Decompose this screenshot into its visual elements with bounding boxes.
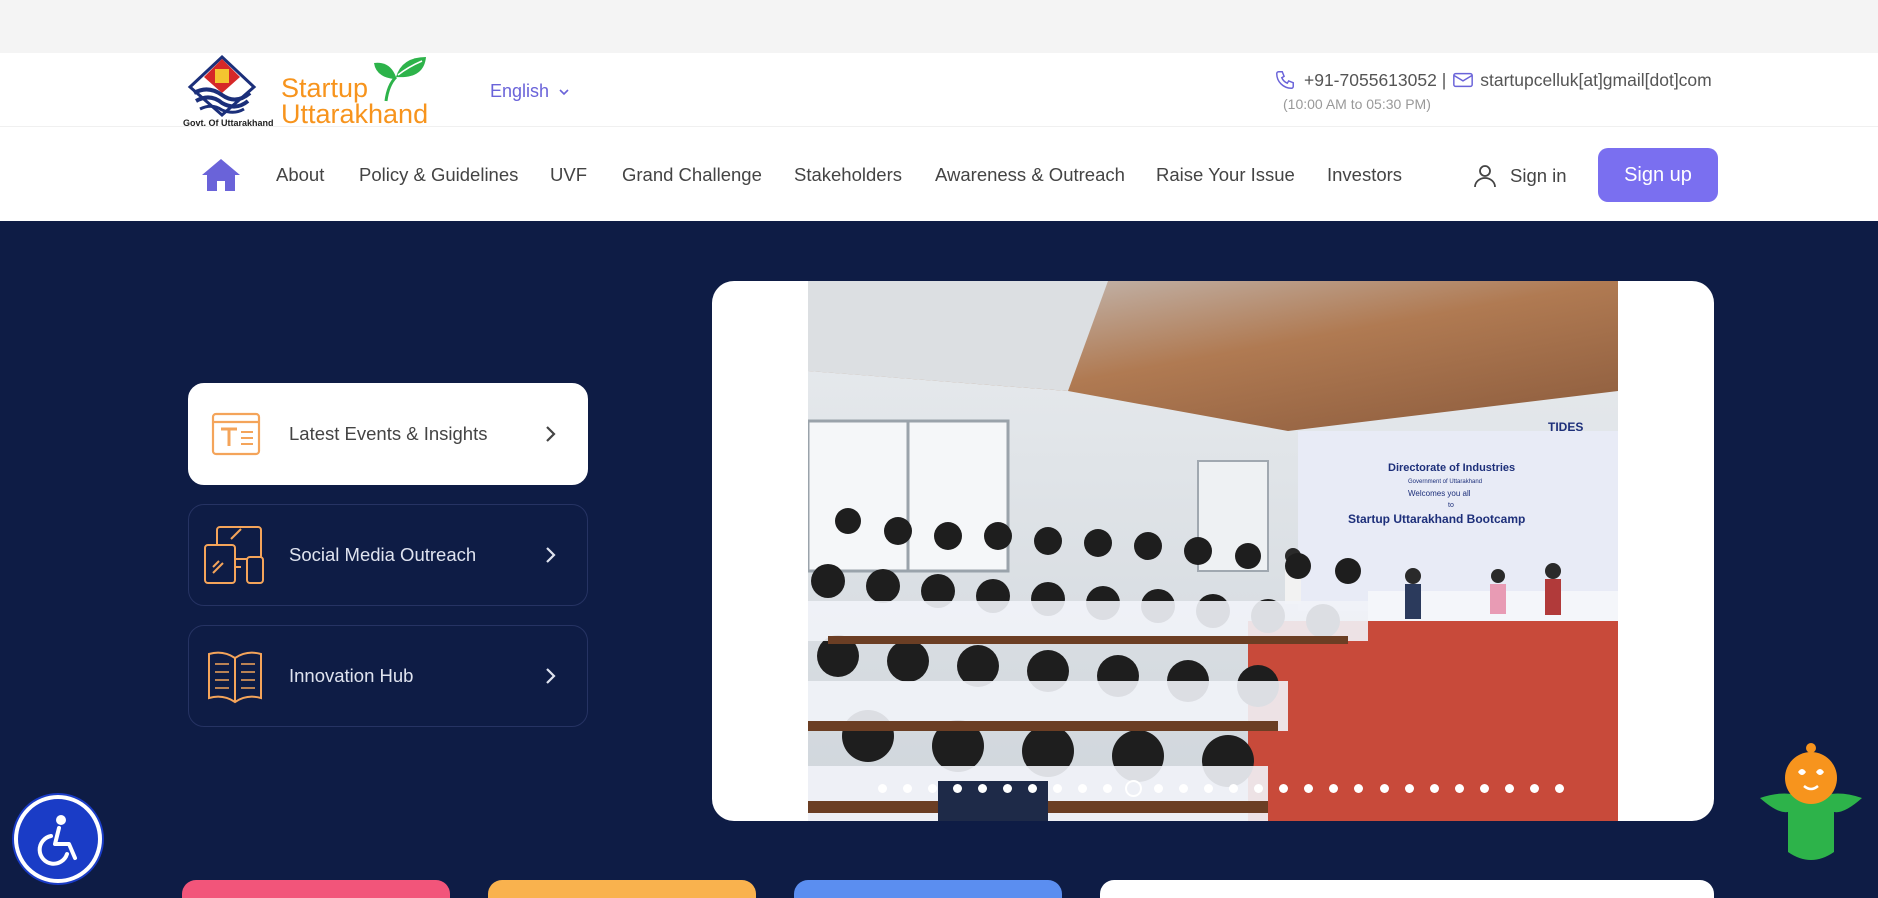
nav-item-investors[interactable]: Investors: [1327, 164, 1402, 186]
brand-name-line2[interactable]: Uttarakhand: [281, 99, 428, 130]
event-photo: Directorate of Industries Government of …: [808, 281, 1618, 821]
card-latest-events[interactable]: Latest Events & Insights: [188, 383, 588, 485]
slider-dot[interactable]: [1228, 784, 1238, 793]
main-nav: About Policy & Guidelines UVF Grand Chal…: [0, 127, 1878, 221]
nav-item-grand-challenge[interactable]: Grand Challenge: [622, 164, 762, 186]
slider-dot[interactable]: [1203, 784, 1213, 793]
slider-dot[interactable]: [1379, 784, 1389, 793]
user-icon: [1474, 165, 1496, 188]
slider-dot[interactable]: [1003, 784, 1012, 793]
slider-dot[interactable]: [1178, 784, 1188, 793]
bottom-card-blue[interactable]: [794, 880, 1062, 898]
header-top-bar: Govt. Of Uttarakhand Startup Uttarakhand…: [0, 53, 1878, 130]
accessibility-button[interactable]: [14, 795, 102, 883]
slider-dot[interactable]: [1078, 784, 1088, 793]
slider-dot[interactable]: [952, 784, 962, 793]
banner-title: Startup Uttarakhand Bootcamp: [1348, 512, 1525, 526]
slider-dot[interactable]: [1454, 784, 1464, 793]
slider-dot[interactable]: [1153, 784, 1163, 793]
card-label: Latest Events & Insights: [289, 423, 488, 444]
bottom-card-orange[interactable]: [488, 880, 756, 898]
slider-dot[interactable]: [1555, 784, 1565, 793]
signup-button[interactable]: Sign up: [1598, 148, 1718, 202]
banner-line4: to: [1448, 502, 1454, 509]
nav-item-stakeholders[interactable]: Stakeholders: [794, 164, 902, 186]
slider-dot[interactable]: [1304, 784, 1314, 793]
slider-dot[interactable]: [1354, 784, 1364, 793]
chevron-right-icon: [546, 426, 556, 442]
slider-dot[interactable]: [1429, 784, 1439, 793]
contact-hours: (10:00 AM to 05:30 PM): [1283, 96, 1431, 112]
slider-dot[interactable]: [902, 784, 912, 793]
banner-line3: Welcomes you all: [1408, 489, 1471, 498]
banner-line1: Directorate of Industries: [1388, 462, 1515, 474]
signin-link[interactable]: Sign in: [1472, 163, 1567, 189]
event-slider[interactable]: Directorate of Industries Government of …: [712, 281, 1714, 821]
nav-item-uvf[interactable]: UVF: [550, 164, 587, 186]
phone-icon: [1276, 71, 1294, 89]
chevron-down-icon: [559, 88, 569, 95]
news-icon: [211, 412, 261, 456]
slider-dots: [712, 779, 1714, 799]
card-innovation-hub[interactable]: Innovation Hub: [188, 625, 588, 727]
top-strip: [0, 0, 1878, 53]
language-selector[interactable]: English: [490, 81, 571, 102]
devices-icon: [204, 526, 264, 584]
home-icon[interactable]: [200, 157, 242, 193]
language-selected: English: [490, 81, 550, 101]
bottom-card-white[interactable]: [1100, 880, 1714, 898]
card-label: Social Media Outreach: [289, 544, 477, 565]
nav-item-policy-guidelines[interactable]: Policy & Guidelines: [359, 164, 518, 186]
leaf-sprout-icon: [374, 57, 426, 102]
banner-tides: TIDES: [1548, 420, 1583, 434]
slider-dot[interactable]: [1404, 784, 1414, 793]
bottom-card-pink[interactable]: [182, 880, 450, 898]
contact-phone[interactable]: +91-7055613052 |: [1304, 70, 1446, 91]
banner-line2: Government of Uttarakhand: [1408, 479, 1482, 485]
nav-item-awareness-outreach[interactable]: Awareness & Outreach: [935, 164, 1125, 186]
slider-dot[interactable]: [1329, 784, 1339, 793]
slider-dot[interactable]: [1479, 784, 1489, 793]
slider-dot[interactable]: [1279, 784, 1289, 793]
nav-item-about[interactable]: About: [276, 164, 324, 186]
slider-dot[interactable]: [927, 784, 937, 793]
chevron-right-icon: [546, 668, 556, 684]
mail-icon: [1453, 72, 1474, 88]
card-label: Innovation Hub: [289, 665, 414, 686]
slider-dot[interactable]: [1505, 784, 1514, 793]
slider-dot[interactable]: [877, 784, 887, 793]
slider-dot[interactable]: [1028, 784, 1038, 793]
contact-info: +91-7055613052 | startupcelluk[at]gmail[…: [1274, 69, 1712, 91]
slider-dot[interactable]: [1254, 784, 1263, 793]
slider-dot[interactable]: [1124, 780, 1142, 797]
slider-dot[interactable]: [977, 784, 987, 793]
book-icon: [208, 651, 262, 704]
signin-label: Sign in: [1510, 165, 1567, 186]
accessibility-icon: [37, 815, 77, 866]
contact-email[interactable]: startupcelluk[at]gmail[dot]com: [1480, 70, 1712, 91]
slider-dot[interactable]: [1053, 784, 1063, 793]
slider-dot[interactable]: [1103, 784, 1113, 793]
nav-item-raise-issue[interactable]: Raise Your Issue: [1156, 164, 1295, 186]
chatbot-mascot-icon[interactable]: [1748, 742, 1874, 866]
card-social-media-outreach[interactable]: Social Media Outreach: [188, 504, 588, 606]
chevron-right-icon: [546, 547, 556, 563]
slider-dot[interactable]: [1530, 784, 1540, 793]
